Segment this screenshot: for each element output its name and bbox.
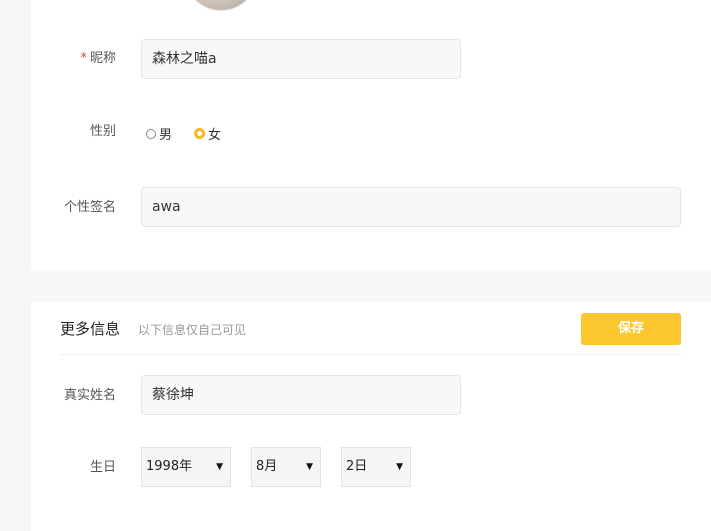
gender-option-female[interactable]: 女 [194, 124, 221, 143]
gender-option-male[interactable]: 男 [146, 124, 172, 143]
signature-label: 个性签名 [63, 200, 116, 215]
chevron-down-icon: ▼ [306, 462, 313, 472]
radio-checked-icon[interactable] [194, 128, 206, 139]
nickname-input[interactable]: 森林之喵a [141, 39, 461, 79]
chevron-down-icon: ▼ [216, 462, 223, 472]
chevron-down-icon: ▼ [396, 462, 403, 472]
required-mark: * [80, 51, 87, 66]
gender-radio-group: 男 女 [146, 124, 243, 143]
nickname-label: * 昵称 [31, 51, 116, 67]
section-title: 更多信息 [60, 320, 121, 338]
birthday-year-value: 1998年 [146, 459, 193, 474]
birthday-day-value: 2日 [346, 459, 368, 474]
section-subtitle: 以下信息仅自己可见 [138, 323, 247, 337]
realname-label: 真实姓名 [63, 388, 116, 403]
signature-input[interactable]: awa [141, 187, 681, 227]
nickname-label-text: 昵称 [89, 51, 116, 66]
birthday-month-select[interactable]: 8月 ▼ [251, 447, 321, 487]
gender-option-label: 男 [159, 128, 173, 143]
radio-unchecked-icon[interactable] [146, 128, 156, 139]
birthday-month-value: 8月 [256, 459, 278, 474]
gender-label: 性别 [89, 124, 116, 139]
profile-settings-page: * 昵称 森林之喵a 性别 男 女 个性签名 awa 更多信息 以下信息仅自己可见… [0, 0, 711, 531]
birthday-year-select[interactable]: 1998年 ▼ [141, 447, 231, 487]
divider [60, 354, 681, 355]
save-button[interactable]: 保存 [581, 313, 681, 345]
birthday-day-select[interactable]: 2日 ▼ [341, 447, 411, 487]
realname-input[interactable]: 蔡徐坤 [141, 375, 461, 415]
avatar[interactable] [185, 0, 257, 10]
gender-option-label: 女 [208, 128, 222, 143]
birthday-label: 生日 [89, 460, 116, 475]
